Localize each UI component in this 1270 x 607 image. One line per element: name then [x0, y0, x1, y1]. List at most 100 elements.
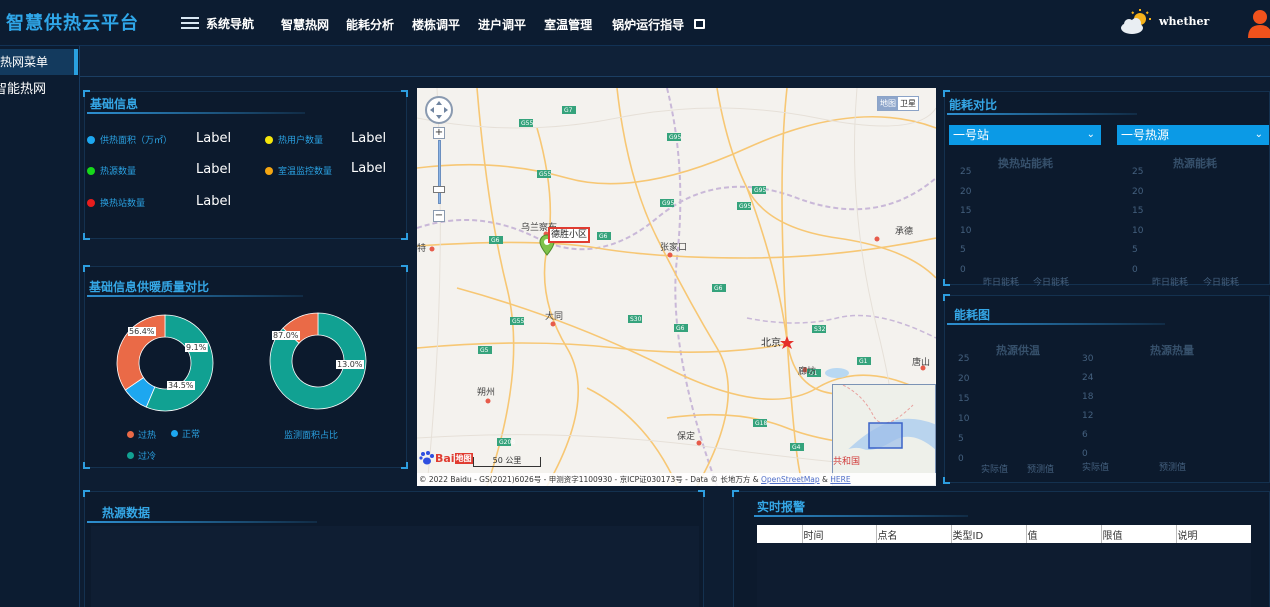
copyright-text: & [819, 475, 831, 484]
hamburger-icon [181, 17, 199, 30]
city-label: 保定 [677, 432, 696, 442]
svg-text:9.1%: 9.1% [186, 343, 207, 352]
zoom-out-button[interactable]: − [433, 210, 445, 222]
map-type-satellite[interactable]: 卫星 [898, 97, 918, 110]
axis-tick-label: 5 [960, 245, 966, 255]
col-header[interactable]: 限值 [1100, 525, 1176, 543]
dot-icon [265, 166, 273, 175]
system-nav-button[interactable]: 系统导航 [181, 15, 254, 32]
svg-text:G55: G55 [539, 171, 551, 178]
logo-text: Bai [435, 451, 455, 465]
svg-text:G95: G95 [739, 203, 751, 210]
title-underline [87, 295, 303, 297]
axis-tick-label: 25 [958, 354, 970, 364]
quality-title: 基础信息供暖质量对比 [89, 280, 210, 294]
paw-icon [419, 451, 434, 465]
axis-tick-label: 15 [958, 394, 970, 404]
sidebar-item-heat-menu[interactable]: 热网菜单 [0, 49, 78, 75]
info-heating-area: 供热面积（万㎡） [87, 133, 172, 146]
col-header[interactable] [757, 525, 802, 543]
dot-icon [171, 430, 178, 437]
source-energy-title: 热源能耗 [1173, 157, 1217, 170]
zoom-slider[interactable] [438, 140, 441, 204]
svg-text:34.5%: 34.5% [168, 381, 194, 390]
info-value: Label [351, 161, 387, 176]
axis-tick-label: 10 [958, 414, 970, 424]
dot-icon [87, 198, 95, 207]
dot-icon [265, 135, 273, 144]
legend-overheat[interactable]: 过热 [127, 428, 156, 441]
here-link[interactable]: HERE [830, 475, 850, 484]
menu-smart-network[interactable]: 智慧热网 [281, 16, 329, 33]
user-icon[interactable] [1246, 8, 1270, 38]
map-overview[interactable]: 共和国 [832, 384, 936, 486]
alarm-table-body [757, 543, 1251, 607]
svg-text:G95: G95 [669, 134, 681, 141]
sidebar-item-smart-network[interactable]: 智能热网 [0, 77, 72, 103]
col-header[interactable]: 说明 [1175, 525, 1251, 543]
map-pan-control[interactable] [425, 96, 453, 124]
menu-household-balance[interactable]: 进户调平 [478, 16, 526, 33]
axis-tick-label: 15 [960, 206, 972, 216]
brand-title: 智慧供热云平台 [6, 13, 139, 34]
menu-building-balance[interactable]: 楼栋调平 [412, 16, 460, 33]
axis-tick-label: 20 [960, 186, 972, 197]
slice-label: 56.4% [128, 327, 156, 336]
basic-info-title: 基础信息 [90, 97, 139, 111]
axis-tick-label: 10 [960, 225, 972, 236]
axis-tick-label: 昨日能耗 [983, 278, 1020, 288]
city-label: 承德 [895, 227, 914, 237]
heat-source-panel: 热源数据 [83, 490, 705, 607]
col-header[interactable]: 点名 [875, 525, 951, 543]
weather-label: whether [1159, 15, 1210, 28]
marker-label[interactable]: 德胜小区 [548, 227, 591, 243]
quality-panel: 基础信息供暖质量对比 56.4% 9.1% 34.5% 87.0% 13.0% 过热 … [83, 265, 408, 469]
col-header[interactable]: 时间 [801, 525, 876, 543]
heat-source-select[interactable]: 一号热源 ⌄ [1117, 125, 1269, 145]
col-header[interactable]: 值 [1025, 525, 1101, 543]
axis-tick-label: 6 [1082, 430, 1088, 440]
axis-tick-label: 18 [1082, 392, 1094, 402]
pan-arrows-icon [430, 101, 448, 119]
map-view[interactable]: G55 G55 G95 G95 G6 G6 S30 G6 G6 G55 G5 S… [417, 88, 936, 486]
svg-text:S30: S30 [630, 316, 642, 323]
baidu-logo: Bai 地图 [419, 451, 473, 465]
table-header-row: 时间 点名 类型ID 值 限值 说明 [757, 525, 1251, 543]
osm-link[interactable]: OpenStreetMap [761, 475, 820, 484]
info-label: 热源数量 [100, 167, 137, 177]
tab-strip [80, 46, 1270, 77]
map-type-map[interactable]: 地图 [878, 97, 898, 110]
select-value: 一号站 [953, 128, 990, 142]
zoom-in-button[interactable]: + [433, 127, 445, 139]
logo-text: 地图 [454, 452, 473, 464]
info-label: 供热面积（万㎡） [100, 136, 173, 146]
energy-graph-title: 能耗图 [954, 308, 991, 322]
legend-normal[interactable]: 正常 [171, 427, 200, 440]
menu-boiler-guide[interactable]: 锅炉运行指导 [612, 16, 684, 33]
scale-text: 50 公里 [492, 456, 522, 465]
axis-tick-label: 实际值 [1082, 463, 1110, 473]
menu-room-temp[interactable]: 室温管理 [544, 16, 592, 33]
city-label: 唐山 [912, 358, 931, 368]
station-select[interactable]: 一号站 ⌄ [949, 125, 1101, 145]
legend-undercool[interactable]: 过冷 [127, 449, 156, 462]
city-label: 特 [417, 244, 427, 254]
sidebar-item-label: 智能热网 [0, 82, 47, 97]
axis-tick-label: 25 [960, 167, 972, 177]
copyright-text: © 2022 Baidu - GS(2021)6026号 - 甲测资字11009… [419, 475, 761, 484]
info-value: Label [196, 194, 232, 209]
overview-label: 共和国 [833, 457, 861, 467]
info-label: 热用户数量 [278, 136, 324, 146]
axis-tick-label: 实际值 [981, 465, 1009, 475]
zoom-handle[interactable] [433, 186, 445, 193]
menu-energy-analysis[interactable]: 能耗分析 [346, 16, 394, 33]
window-icon[interactable] [694, 19, 705, 29]
axis-tick-label: 25 [1132, 167, 1144, 177]
left-sidebar: 热网菜单 智能热网 [0, 46, 80, 607]
legend-label: 过冷 [138, 452, 157, 462]
col-header[interactable]: 类型ID [950, 525, 1026, 543]
energy-compare-panel: 能耗对比 一号站 ⌄ 一号热源 ⌄ 换热站能耗 热源能耗 25 20 15 10 5 0 25 2… [943, 90, 1270, 288]
info-stations: 换热站数量 [87, 196, 145, 209]
axis-tick-label: 10 [1132, 225, 1144, 236]
info-label: 换热站数量 [100, 199, 146, 209]
